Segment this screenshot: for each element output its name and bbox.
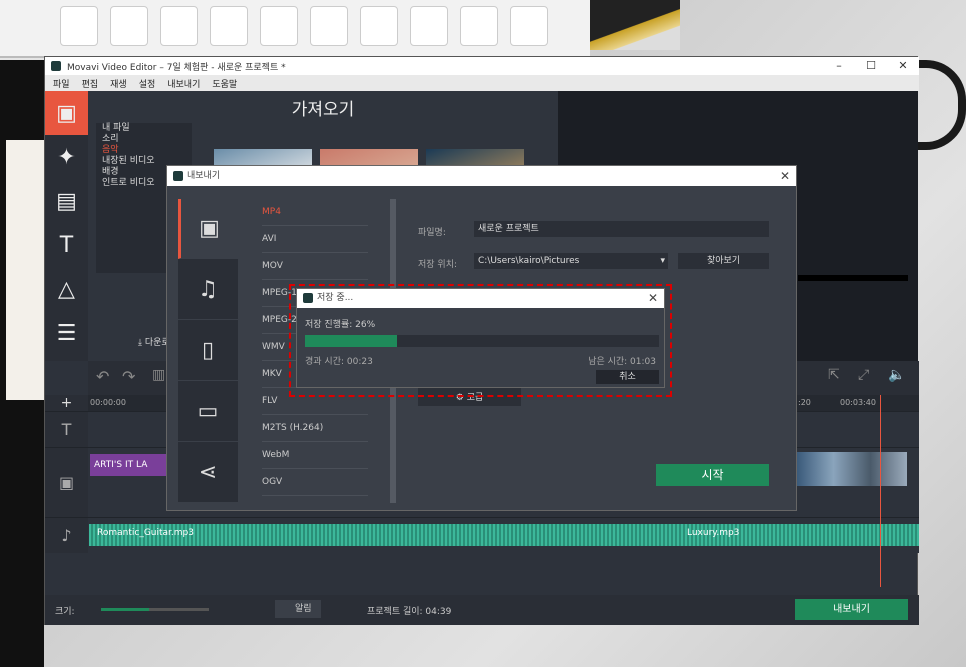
minimize-button[interactable]: – — [823, 57, 855, 75]
video-file-tab-icon[interactable]: ▣ — [178, 199, 238, 259]
tv-tab-icon[interactable]: ▭ — [178, 382, 238, 442]
category-sound[interactable]: 소리 — [102, 134, 192, 145]
format-item[interactable]: AVI — [262, 226, 368, 253]
project-length: 프로젝트 길이: 04:39 — [367, 607, 452, 617]
save-location-select[interactable]: C:\Users\kairo\Pictures ▾ — [474, 253, 668, 269]
audio-clip-label: Romantic_Guitar.mp3 — [97, 528, 194, 538]
add-track-icon[interactable]: + — [45, 395, 88, 411]
notebook — [0, 60, 44, 667]
delete-icon[interactable]: ▥ — [152, 367, 165, 383]
menu-play[interactable]: 재생 — [110, 77, 127, 90]
title-bar: Movavi Video Editor – 7일 체험판 - 새로운 프로젝트 … — [45, 57, 919, 75]
format-item[interactable]: MOV — [262, 253, 368, 280]
alarm-button[interactable]: 알림 — [275, 600, 321, 618]
alarm-label: 알림 — [295, 604, 312, 614]
undo-icon[interactable]: ↶ — [96, 367, 109, 386]
audio-clip-label: Luxury.mp3 — [687, 528, 740, 538]
maximize-button[interactable]: ☐ — [855, 57, 887, 75]
magic-wand-icon[interactable]: ✦ — [45, 135, 88, 179]
playhead[interactable] — [880, 395, 881, 587]
audio-track-icon: ♪ — [45, 518, 88, 553]
format-item[interactable]: M2TS (H.264) — [262, 415, 368, 442]
filename-label: 파일명: — [418, 228, 446, 238]
audio-file-tab-icon[interactable]: ♫ — [178, 260, 238, 320]
video-clip[interactable] — [797, 452, 907, 486]
keyboard — [0, 0, 590, 58]
size-label: 크기: — [55, 607, 75, 617]
zoom-slider[interactable] — [101, 608, 209, 611]
export-dialog-title-bar: 내보내기 ✕ — [167, 166, 796, 186]
import-title: 가져오기 — [291, 100, 355, 120]
menu-help[interactable]: 도움말 — [212, 77, 237, 90]
preview-scrubber[interactable] — [798, 275, 908, 281]
status-bar: 크기: 알림 프로젝트 길이: 04:39 내보내기 — [45, 595, 919, 625]
menu-bar: 파일 편집 재생 설정 내보내기 도움말 — [45, 75, 919, 91]
volume-icon[interactable]: 🔈 — [888, 367, 905, 383]
save-location-label: 저장 위치: — [418, 260, 458, 270]
more-tools-icon[interactable]: ☰ — [45, 311, 88, 355]
menu-export[interactable]: 내보내기 — [167, 77, 200, 90]
export-frame-icon[interactable]: ⇱ — [828, 367, 840, 383]
import-tool-icon[interactable]: ▣ — [45, 91, 88, 135]
export-button[interactable]: 내보내기 — [795, 599, 908, 620]
redo-icon[interactable]: ↷ — [122, 367, 135, 386]
chevron-down-icon: ▾ — [660, 256, 665, 266]
ruler-mark: :20 — [798, 398, 811, 407]
fullscreen-icon[interactable]: ⤢ — [858, 367, 869, 383]
share-tab-icon[interactable]: ⋖ — [178, 443, 238, 503]
export-category-tabs: ▣ ♫ ▯ ▭ ⋖ — [178, 199, 238, 503]
category-my-files[interactable]: 내 파일 — [102, 123, 192, 134]
format-item[interactable]: WebM — [262, 442, 368, 469]
start-button[interactable]: 시작 — [656, 464, 769, 486]
ruler-end-time: 00:03:40 — [840, 398, 876, 407]
text-track-icon: T — [45, 412, 88, 447]
close-icon[interactable]: ✕ — [780, 166, 790, 186]
video-track-icon: ▣ — [45, 448, 88, 517]
ruler-start-time: 00:00:00 — [90, 398, 126, 407]
menu-file[interactable]: 파일 — [53, 77, 70, 90]
save-location-value: C:\Users\kairo\Pictures — [478, 256, 580, 266]
left-toolbar: ▣ ✦ ▤ T △ ☰ — [45, 91, 88, 361]
text-clip[interactable]: ARTI'S IT LA — [90, 454, 166, 476]
shapes-icon[interactable]: △ — [45, 267, 88, 311]
filename-input[interactable]: 새로운 프로젝트 — [474, 221, 769, 237]
text-tool-icon[interactable]: T — [45, 223, 88, 267]
app-icon — [173, 171, 183, 181]
category-music[interactable]: 음악 — [102, 145, 192, 156]
browse-button[interactable]: 찾아보기 — [678, 253, 769, 269]
format-item[interactable]: OGV — [262, 469, 368, 496]
export-dialog-title: 내보내기 — [187, 171, 221, 181]
format-item[interactable]: MP4 — [262, 199, 368, 226]
device-tab-icon[interactable]: ▯ — [178, 321, 238, 381]
menu-edit[interactable]: 편집 — [82, 77, 99, 90]
menu-settings[interactable]: 설정 — [139, 77, 156, 90]
close-button[interactable]: ✕ — [887, 57, 919, 75]
pen — [590, 0, 680, 50]
window-title: Movavi Video Editor – 7일 체험판 - 새로운 프로젝트 … — [67, 62, 286, 73]
filmstrip-icon[interactable]: ▤ — [45, 179, 88, 223]
highlight-annotation — [289, 284, 672, 397]
audio-clip[interactable]: Romantic_Guitar.mp3 Luxury.mp3 — [89, 524, 919, 546]
audio-track: ♪ Romantic_Guitar.mp3 Luxury.mp3 — [45, 517, 919, 553]
app-icon — [51, 61, 61, 71]
